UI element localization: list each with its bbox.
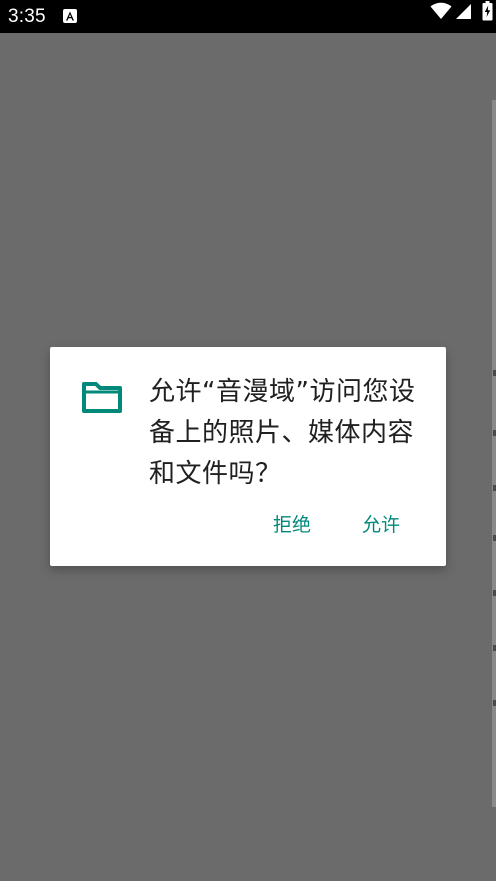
background-app-edge [492, 100, 496, 807]
signal-icon [455, 3, 472, 24]
permission-dialog: 允许“音漫域”访问您设备上的照片、媒体内容和文件吗？ 拒绝 允许 [50, 347, 446, 566]
status-bar: 3:35 [0, 0, 496, 33]
permission-message: 允许“音漫域”访问您设备上的照片、媒体内容和文件吗？ [149, 377, 416, 489]
a-badge-icon [63, 9, 77, 23]
wifi-icon [430, 2, 452, 24]
allow-button[interactable]: 允许 [362, 513, 400, 537]
status-time: 3:35 [8, 6, 46, 27]
folder-icon [81, 380, 123, 418]
deny-button[interactable]: 拒绝 [273, 513, 311, 537]
battery-charging-icon [482, 1, 493, 25]
